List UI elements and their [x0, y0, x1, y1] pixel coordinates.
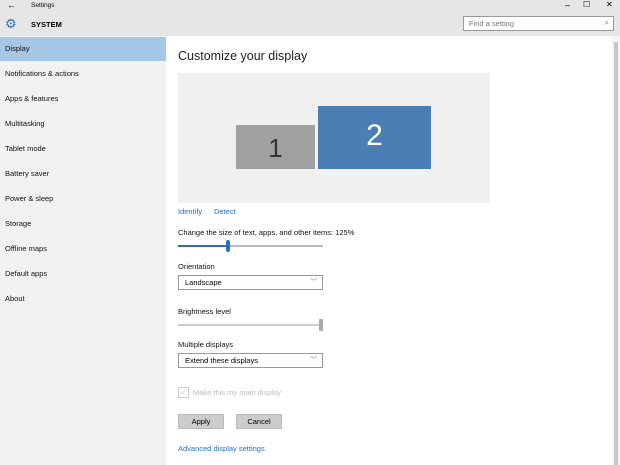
sidebar-item-battery-saver[interactable]: Battery saver: [0, 162, 166, 186]
search-icon[interactable]: ⌕: [605, 18, 609, 28]
cancel-button[interactable]: Cancel: [236, 414, 282, 429]
sidebar: Display Notifications & actions Apps & f…: [0, 36, 166, 465]
sidebar-item-notifications[interactable]: Notifications & actions: [0, 62, 166, 86]
chevron-down-icon: ﹀: [310, 279, 317, 286]
main-display-checkbox[interactable]: ✓: [178, 387, 189, 398]
gear-icon: ⚙: [5, 16, 17, 31]
window-title: Settings: [31, 2, 55, 9]
header: ⚙ SYSTEM Find a setting ⌕: [0, 14, 620, 36]
sidebar-item-tablet-mode[interactable]: Tablet mode: [0, 137, 166, 161]
scale-slider-fill: [178, 245, 226, 247]
brightness-slider-thumb[interactable]: [319, 319, 323, 331]
sidebar-item-apps[interactable]: Apps & features: [0, 87, 166, 111]
sidebar-item-multitasking[interactable]: Multitasking: [0, 112, 166, 136]
identify-link[interactable]: Identify: [178, 207, 202, 216]
scrollbar[interactable]: [612, 36, 620, 465]
scale-slider-thumb[interactable]: [225, 240, 230, 252]
multiple-displays-label: Multiple displays: [178, 340, 234, 349]
chevron-down-icon: ﹀: [310, 357, 317, 364]
scrollbar-thumb[interactable]: [614, 42, 618, 465]
sidebar-item-offline-maps[interactable]: Offline maps: [0, 237, 166, 261]
search-placeholder: Find a setting: [469, 19, 515, 28]
scale-slider[interactable]: [178, 240, 323, 252]
close-button[interactable]: ✕: [606, 0, 613, 9]
scale-label: Change the size of text, apps, and other…: [178, 228, 355, 237]
search-input[interactable]: Find a setting ⌕: [463, 16, 614, 31]
page-title: Customize your display: [178, 49, 308, 63]
multiple-displays-value: Extend these displays: [185, 356, 258, 365]
brightness-label: Brightness level: [178, 307, 231, 316]
sidebar-item-about[interactable]: About: [0, 287, 166, 311]
multiple-displays-select[interactable]: Extend these displays ﹀: [178, 353, 323, 368]
title-bar: ← Settings – ☐ ✕: [0, 0, 620, 14]
sidebar-item-power-sleep[interactable]: Power & sleep: [0, 187, 166, 211]
brightness-slider[interactable]: [178, 319, 323, 331]
minimize-button[interactable]: –: [565, 0, 570, 10]
monitor-1[interactable]: 1: [236, 125, 315, 169]
detect-link[interactable]: Detect: [214, 207, 236, 216]
apply-button[interactable]: Apply: [178, 414, 224, 429]
back-icon[interactable]: ←: [7, 0, 16, 10]
sidebar-item-default-apps[interactable]: Default apps: [0, 262, 166, 286]
sidebar-item-storage[interactable]: Storage: [0, 212, 166, 236]
orientation-select[interactable]: Landscape ﹀: [178, 275, 323, 290]
orientation-value: Landscape: [185, 278, 222, 287]
maximize-button[interactable]: ☐: [583, 0, 590, 9]
main-display-label: Make this my main display: [193, 388, 281, 397]
display-preview: 1 2: [178, 73, 490, 203]
monitor-2[interactable]: 2: [318, 106, 431, 169]
orientation-label: Orientation: [178, 262, 215, 271]
section-title: SYSTEM: [31, 20, 62, 29]
advanced-display-settings-link[interactable]: Advanced display settings: [178, 444, 265, 453]
sidebar-item-display[interactable]: Display: [0, 37, 166, 61]
